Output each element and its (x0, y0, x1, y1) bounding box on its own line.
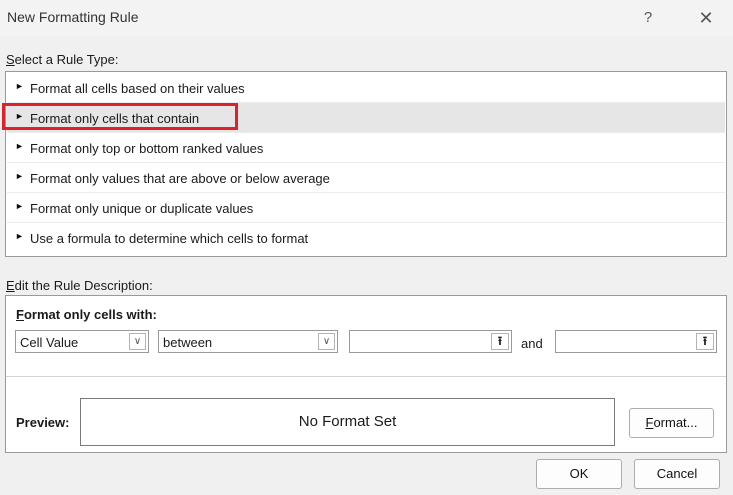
preview-box: No Format Set (80, 398, 615, 446)
bullet-arrow-icon: ► (15, 171, 24, 181)
rule-description-label: Edit the Rule Description: (6, 278, 153, 293)
operator-select[interactable]: between ∨ (158, 330, 338, 353)
operator-value: between (163, 335, 213, 350)
rule-type-item[interactable]: ► Format only unique or duplicate values (7, 193, 725, 223)
bullet-arrow-icon: ► (15, 201, 24, 211)
collapse-dialog-icon[interactable]: ⭱ (696, 333, 714, 350)
title-bar: New Formatting Rule ? ✕ (0, 0, 733, 36)
rule-type-item-label: Format all cells based on their values (30, 81, 245, 96)
chevron-down-icon[interactable]: ∨ (318, 333, 335, 350)
rule-type-list[interactable]: ► Format all cells based on their values… (5, 71, 727, 257)
rule-type-item-label: Format only top or bottom ranked values (30, 141, 264, 156)
preview-label: Preview: (16, 415, 70, 430)
rule-type-item[interactable]: ► Format only values that are above or b… (7, 163, 725, 193)
format-button[interactable]: Format... (629, 408, 714, 438)
rule-description-label-accel: E (6, 278, 15, 293)
bullet-arrow-icon: ► (15, 141, 24, 151)
rule-type-item[interactable]: ► Use a formula to determine which cells… (7, 223, 725, 252)
bullet-arrow-icon: ► (15, 81, 24, 91)
format-title-accel: F (16, 307, 24, 322)
divider (6, 376, 726, 377)
rule-type-item[interactable]: ► Format only top or bottom ranked value… (7, 133, 725, 163)
help-icon[interactable]: ? (636, 6, 660, 30)
selection-highlight-box (2, 103, 238, 130)
condition-type-select[interactable]: Cell Value ∨ (15, 330, 149, 353)
format-button-text: ormat... (653, 415, 698, 430)
format-cells-with-title: Format only cells with: (16, 307, 157, 322)
bullet-arrow-icon: ► (15, 231, 24, 241)
value2-input[interactable]: ⭱ (555, 330, 717, 353)
rule-type-item[interactable]: ► Format all cells based on their values (7, 73, 725, 103)
chevron-down-icon[interactable]: ∨ (129, 333, 146, 350)
rule-type-item-label: Use a formula to determine which cells t… (30, 231, 309, 246)
collapse-dialog-icon[interactable]: ⭱ (491, 333, 509, 350)
dialog-title: New Formatting Rule (7, 9, 139, 25)
ok-button[interactable]: OK (536, 459, 622, 489)
and-label: and (521, 336, 543, 351)
close-icon[interactable]: ✕ (694, 6, 718, 30)
rule-type-label: Select a Rule Type: (6, 52, 119, 67)
condition-type-value: Cell Value (20, 335, 79, 350)
rule-description-label-text: dit the Rule Description: (14, 278, 153, 293)
cancel-button[interactable]: Cancel (634, 459, 720, 489)
rule-type-item-label: Format only unique or duplicate values (30, 201, 254, 216)
rule-description-panel: Format only cells with: Cell Value ∨ bet… (5, 295, 727, 453)
rule-type-label-accel: S (6, 52, 15, 67)
rule-type-item-label: Format only values that are above or bel… (30, 171, 330, 186)
rule-type-label-text: elect a Rule Type: (14, 52, 119, 67)
format-title-text: ormat only cells with: (23, 307, 157, 322)
value1-input[interactable]: ⭱ (349, 330, 512, 353)
